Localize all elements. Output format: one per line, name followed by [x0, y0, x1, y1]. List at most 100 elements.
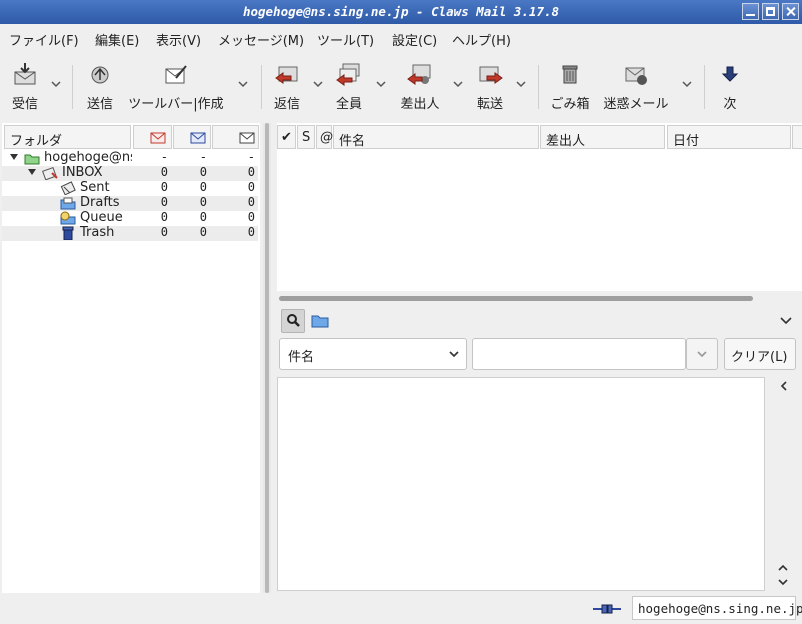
subject-column-header[interactable]: 件名 — [333, 125, 539, 149]
new-mail-icon — [150, 132, 166, 144]
tree-row-account[interactable]: hogehoge@ns - - - — [2, 150, 258, 166]
inbox-icon — [42, 166, 58, 180]
compose-menu-arrow[interactable] — [237, 79, 249, 89]
chevron-left-icon[interactable] — [779, 380, 789, 392]
unread-column-header[interactable] — [173, 125, 211, 149]
extra-column-header[interactable] — [792, 125, 802, 149]
message-list: ✔ S @ 件名 差出人 日付 — [277, 123, 802, 291]
pane-splitter[interactable] — [263, 123, 271, 593]
scroll-up-icon[interactable] — [777, 563, 789, 573]
folder-search-button[interactable] — [309, 309, 333, 333]
menu-file[interactable]: ファイル(F) — [9, 30, 79, 49]
menu-help[interactable]: ヘルプ(H) — [452, 30, 511, 49]
junk-icon — [625, 67, 647, 85]
folder-column-header[interactable]: フォルダ — [4, 125, 131, 149]
forward-icon — [479, 66, 503, 84]
chevron-down-icon — [449, 351, 459, 358]
mark-column-header[interactable]: ✔ — [277, 125, 296, 149]
collapse-arrow-icon[interactable] — [10, 154, 18, 160]
title-bar: hogehoge@ns.sing.ne.jp - Claws Mail 3.17… — [0, 0, 802, 24]
reply-all-button[interactable]: 全員 — [333, 61, 365, 112]
from-column-header[interactable]: 差出人 — [540, 125, 665, 149]
folder-label: Sent — [80, 180, 110, 195]
menu-edit[interactable]: 編集(E) — [95, 30, 139, 49]
minimize-button[interactable] — [742, 3, 759, 20]
folder-label: Queue — [80, 210, 123, 225]
status-column-header[interactable]: S — [297, 125, 315, 149]
preview-scroll-controls — [767, 377, 800, 591]
toolbar: 受信 送信 ツールバー|作成 返信 全員 差出人 転送 ごみ箱 迷惑メール 次 — [0, 51, 802, 123]
tree-row-queue[interactable]: Queue 0 0 0 — [2, 210, 258, 226]
folder-label: Trash — [80, 225, 115, 240]
reply-menu-arrow[interactable] — [312, 79, 324, 89]
reply-icon — [275, 66, 298, 84]
toolbar-separator — [72, 65, 73, 109]
compose-button[interactable]: ツールバー|作成 — [126, 61, 226, 112]
receive-icon — [14, 63, 36, 85]
mail-icon — [239, 132, 255, 144]
send-button[interactable]: 送信 — [84, 61, 116, 112]
tree-row-inbox[interactable]: INBOX 0 0 0 — [2, 165, 258, 181]
folder-pane: フォルダ hogehoge@ns - - - INBOX 0 0 0 Sent … — [2, 123, 260, 593]
menu-message[interactable]: メッセージ(M) — [218, 30, 304, 49]
search-icon — [287, 314, 300, 327]
total-column-header[interactable] — [212, 125, 259, 149]
receive-button[interactable]: 受信 — [8, 61, 42, 112]
toolbar-separator — [538, 65, 539, 109]
search-history-dropdown[interactable] — [686, 338, 718, 370]
reply-button[interactable]: 返信 — [271, 61, 303, 112]
search-toggle-button[interactable] — [281, 309, 305, 333]
folder-label: Drafts — [80, 195, 120, 210]
attachment-column-header[interactable]: @ — [316, 125, 333, 149]
unread-mail-icon — [190, 132, 206, 144]
message-preview — [277, 377, 765, 591]
new-column-header[interactable] — [133, 125, 172, 149]
horizontal-scrollbar[interactable] — [279, 296, 753, 301]
chevron-down-icon — [697, 351, 707, 358]
chevron-down-icon[interactable] — [779, 316, 793, 326]
reply-sender-button[interactable]: 差出人 — [398, 61, 442, 112]
menu-view[interactable]: 表示(V) — [156, 30, 201, 49]
online-status-icon[interactable] — [592, 602, 622, 616]
close-button[interactable] — [782, 3, 799, 20]
collapse-arrow-icon[interactable] — [28, 169, 36, 175]
account-selector[interactable]: hogehoge@ns.sing.ne.jp — [632, 596, 802, 620]
next-button[interactable]: 次 — [716, 61, 744, 112]
drafts-icon — [60, 197, 76, 210]
search-input[interactable] — [472, 338, 686, 370]
toolbar-separator — [704, 65, 705, 109]
toolbar-separator — [261, 65, 262, 109]
tree-row-drafts[interactable]: Drafts 0 0 0 — [2, 195, 258, 211]
window-title: hogehoge@ns.sing.ne.jp - Claws Mail 3.17… — [242, 4, 560, 19]
folder-label: INBOX — [62, 165, 103, 180]
maximize-button[interactable] — [762, 3, 779, 20]
clear-search-button[interactable]: クリア(L) — [724, 338, 796, 370]
folder-icon — [311, 315, 329, 328]
tree-row-sent[interactable]: Sent 0 0 0 — [2, 180, 258, 196]
status-bar: hogehoge@ns.sing.ne.jp — [0, 594, 802, 624]
date-column-header[interactable]: 日付 — [667, 125, 791, 149]
compose-icon — [165, 65, 187, 84]
menu-tools[interactable]: ツール(T) — [317, 30, 374, 49]
junk-menu-arrow[interactable] — [681, 79, 693, 89]
forward-button[interactable]: 転送 — [474, 61, 506, 112]
menu-settings[interactable]: 設定(C) — [392, 30, 437, 49]
arrow-down-icon — [721, 66, 739, 82]
quick-search-bar: 件名 クリア(L) — [277, 303, 802, 373]
forward-menu-arrow[interactable] — [515, 79, 527, 89]
account-name: hogehoge@ns — [44, 150, 132, 165]
mailbox-icon — [24, 154, 40, 165]
reply-all-icon — [336, 63, 360, 86]
send-icon — [91, 66, 109, 84]
tree-row-trash[interactable]: Trash 0 0 0 — [2, 225, 258, 241]
reply-all-menu-arrow[interactable] — [375, 79, 387, 89]
trash-button[interactable]: ごみ箱 — [550, 61, 590, 112]
search-field-select[interactable]: 件名 — [279, 338, 467, 370]
trash-icon — [562, 65, 578, 84]
scroll-down-icon[interactable] — [777, 577, 789, 587]
receive-menu-arrow[interactable] — [50, 79, 62, 89]
sent-icon — [60, 181, 76, 195]
reply-sender-menu-arrow[interactable] — [452, 79, 464, 89]
junk-button[interactable]: 迷惑メール — [603, 61, 669, 112]
reply-sender-icon — [407, 64, 431, 85]
